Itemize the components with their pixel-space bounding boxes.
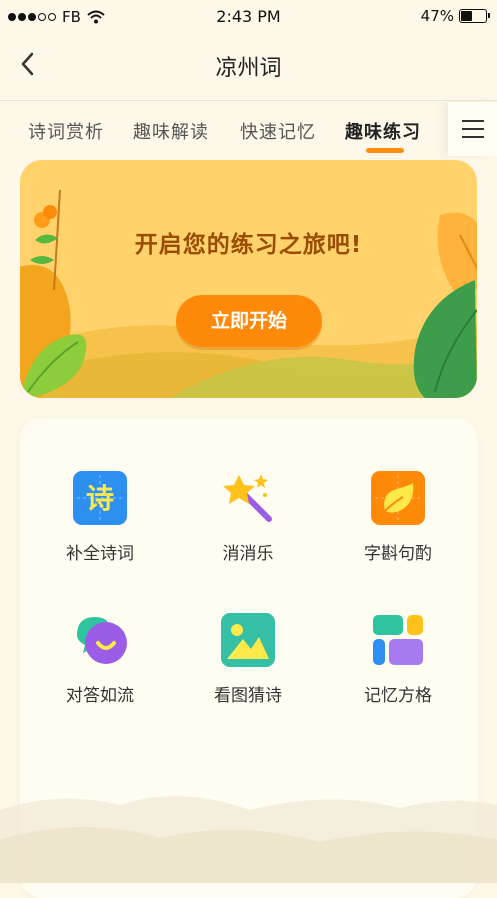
tab-bar: 诗词赏析 趣味解读 快速记忆 趣味练习 bbox=[0, 102, 448, 158]
picture-icon bbox=[221, 613, 275, 667]
status-right: 47% bbox=[420, 7, 490, 25]
battery-percent: 47% bbox=[420, 7, 454, 25]
start-button[interactable]: 立即开始 bbox=[176, 295, 322, 347]
game-memory-grid[interactable]: 记忆方格 bbox=[323, 613, 473, 723]
banner-illustration bbox=[20, 189, 477, 398]
tab-appreciation[interactable]: 诗词赏析 bbox=[28, 118, 104, 144]
leaf-card-icon bbox=[371, 471, 425, 525]
practice-banner: 开启您的练习之旅吧! 立即开始 bbox=[20, 160, 477, 398]
active-tab-indicator bbox=[366, 148, 404, 153]
tab-interpretation[interactable]: 趣味解读 bbox=[133, 118, 209, 144]
chevron-left-icon bbox=[21, 52, 34, 76]
battery-fill bbox=[461, 11, 472, 21]
poem-char-icon: 诗 bbox=[73, 471, 127, 525]
menu-button[interactable] bbox=[448, 102, 497, 156]
game-label: 消消乐 bbox=[222, 544, 274, 564]
nav-bar: 凉州词 bbox=[0, 34, 497, 100]
game-quick-answer[interactable]: 对答如流 bbox=[25, 613, 175, 723]
poem-glyph: 诗 bbox=[86, 482, 114, 515]
game-label: 对答如流 bbox=[66, 686, 134, 706]
magic-wand-icon bbox=[223, 474, 272, 522]
game-label: 看图猜诗 bbox=[214, 686, 282, 706]
tab-practice[interactable]: 趣味练习 bbox=[345, 118, 421, 144]
nav-divider bbox=[0, 100, 497, 101]
game-label: 补全诗词 bbox=[66, 544, 134, 564]
grid-blocks-icon bbox=[373, 615, 423, 665]
game-label: 字斟句酌 bbox=[364, 544, 432, 564]
game-word-choice[interactable]: 字斟句酌 bbox=[323, 471, 473, 581]
game-match[interactable]: 消消乐 bbox=[173, 471, 323, 581]
mountain-backdrop bbox=[0, 796, 497, 883]
game-picture-guess[interactable]: 看图猜诗 bbox=[173, 613, 323, 723]
battery-icon bbox=[459, 9, 490, 23]
chat-bubbles-icon bbox=[77, 617, 127, 664]
tab-memory[interactable]: 快速记忆 bbox=[240, 118, 316, 144]
status-bar: FB 2:43 PM 47% bbox=[0, 0, 497, 34]
game-complete-poem[interactable]: 诗 补全诗词 bbox=[25, 471, 175, 581]
back-button[interactable] bbox=[14, 49, 44, 79]
page-title: 凉州词 bbox=[215, 56, 282, 81]
game-label: 记忆方格 bbox=[364, 686, 432, 706]
banner-heading: 开启您的练习之旅吧! bbox=[134, 232, 363, 258]
